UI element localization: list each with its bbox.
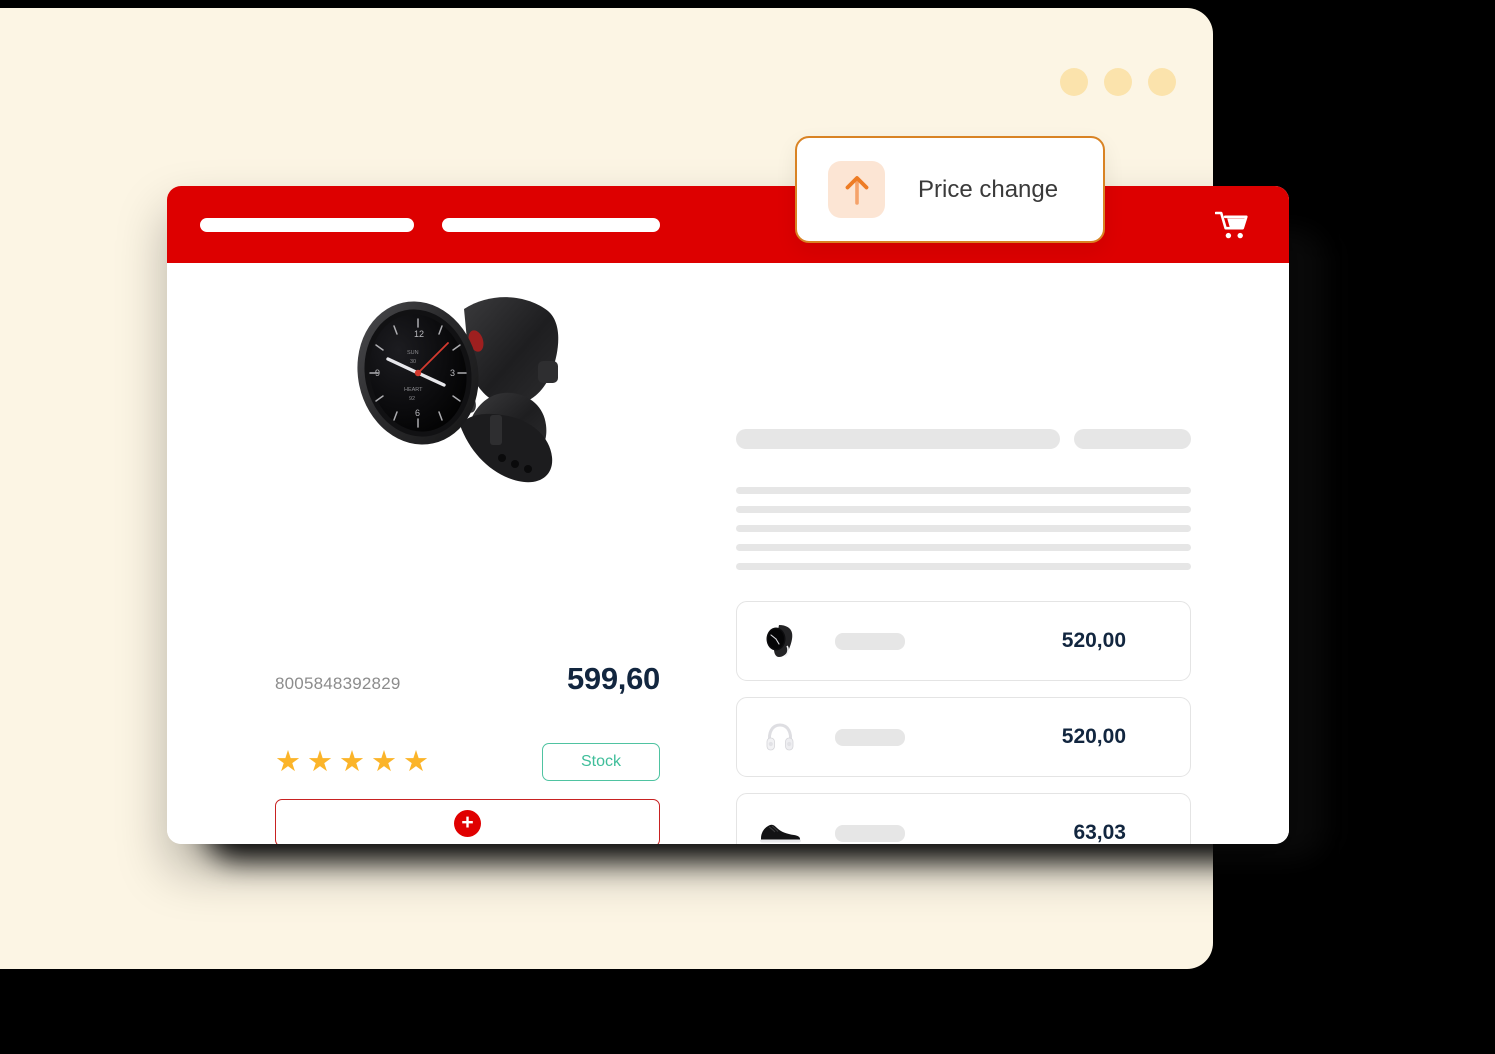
product-barcode: 8005848392829 (275, 674, 401, 693)
window-dot-2 (1104, 68, 1132, 96)
sneaker-thumb-icon (737, 820, 823, 844)
plus-icon: + (454, 809, 481, 837)
product-image: 12 3 6 9 SUN 30 HEART 92 (275, 263, 660, 513)
skeleton-line-1 (736, 487, 1191, 494)
nav-placeholder-1 (200, 218, 414, 232)
star-icon-1[interactable]: ★ (275, 747, 301, 777)
browser-header (167, 186, 1289, 263)
skeleton-line-3 (736, 525, 1191, 532)
arrow-up-icon (845, 175, 868, 205)
star-icon-2[interactable]: ★ (307, 747, 333, 777)
row-name-placeholder (835, 824, 905, 842)
price-change-notification[interactable]: Price change (795, 136, 1105, 243)
cart-button[interactable] (1213, 206, 1253, 246)
black-smartwatch-icon: 12 3 6 9 SUN 30 HEART 92 (356, 297, 558, 483)
browser-body: 12 3 6 9 SUN 30 HEART 92 8005848392829 5… (167, 263, 1289, 844)
price-change-label: Price change (918, 175, 1059, 203)
related-products-list: 520,00 520,00 63,03 (736, 601, 1191, 844)
skeleton-line-4 (736, 544, 1191, 551)
skeleton-title-row (736, 429, 1191, 449)
product-price-row: 8005848392829 599,60 (275, 661, 660, 697)
headphones-thumb-icon (737, 720, 823, 754)
stock-badge: Stock (541, 743, 660, 781)
smartwatch-small-icon (766, 625, 793, 657)
window-dot-3 (1148, 68, 1176, 96)
row-name-placeholder (835, 632, 905, 650)
table-row[interactable]: 520,00 (736, 601, 1191, 681)
svg-text:HEART: HEART (404, 387, 423, 393)
sneaker-small-icon (760, 824, 801, 843)
svg-text:3: 3 (450, 368, 455, 378)
product-price: 599,60 (566, 661, 660, 696)
svg-text:9: 9 (375, 368, 380, 378)
rating-stars[interactable]: ★ ★ ★ ★ ★ (275, 747, 429, 777)
window-dots (1060, 68, 1176, 96)
star-icon-4[interactable]: ★ (371, 747, 397, 777)
skeleton-title-short (1074, 429, 1191, 449)
smartwatch-thumb-icon (737, 624, 823, 658)
row-price: 63,03 (1073, 821, 1126, 844)
window-dot-1 (1060, 68, 1088, 96)
product-rating-row: ★ ★ ★ ★ ★ Stock (275, 743, 660, 781)
product-media-column: 12 3 6 9 SUN 30 HEART 92 (275, 263, 660, 513)
star-icon-5[interactable]: ★ (403, 747, 429, 777)
skeleton-line-5 (736, 563, 1191, 570)
skeleton-title-long (736, 429, 1060, 449)
table-row[interactable]: 63,03 (736, 793, 1191, 844)
nav-placeholder-2 (442, 218, 660, 232)
product-details-column: 520,00 520,00 63,03 (736, 263, 1191, 844)
row-price: 520,00 (1061, 725, 1126, 748)
svg-text:12: 12 (414, 329, 424, 339)
screenshot-stage: 12 3 6 9 SUN 30 HEART 92 8005848392829 5… (0, 0, 1495, 1054)
svg-text:92: 92 (409, 396, 415, 402)
svg-text:6: 6 (415, 408, 420, 418)
svg-text:SUN: SUN (407, 350, 419, 356)
row-name-placeholder (835, 728, 905, 746)
table-row[interactable]: 520,00 (736, 697, 1191, 777)
skeleton-text-block (736, 487, 1191, 570)
headphones-small-icon (766, 723, 794, 751)
browser-window-card: 12 3 6 9 SUN 30 HEART 92 8005848392829 5… (167, 186, 1289, 844)
star-icon-3[interactable]: ★ (339, 747, 365, 777)
shopping-cart-icon (1215, 211, 1248, 239)
svg-text:30: 30 (410, 359, 416, 365)
arrow-up-icon-container (828, 161, 885, 218)
row-price: 520,00 (1061, 629, 1126, 652)
add-to-cart-button[interactable]: + (275, 799, 660, 844)
skeleton-line-2 (736, 506, 1191, 513)
